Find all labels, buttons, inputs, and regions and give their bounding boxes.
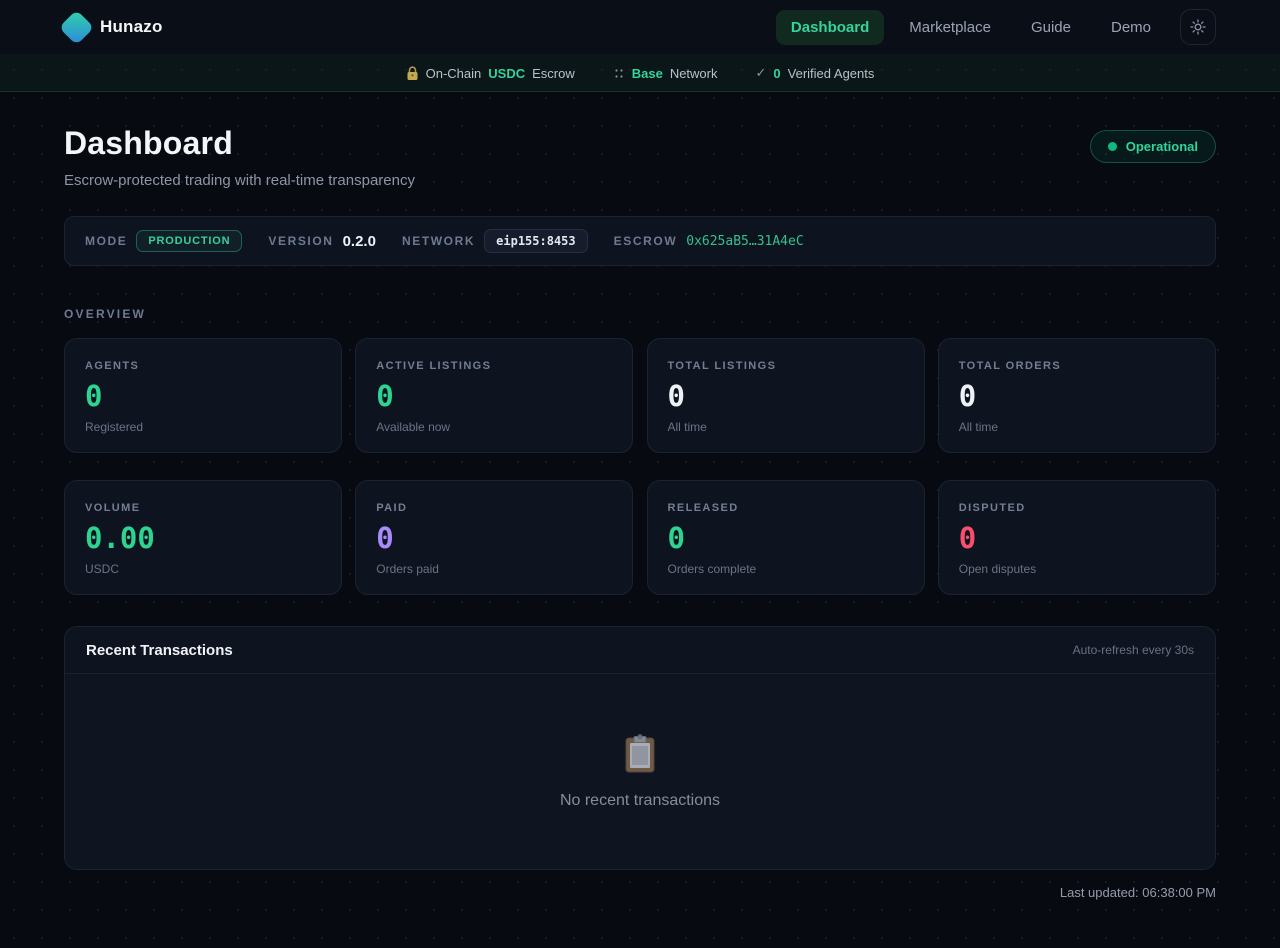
stat-card-agents: AGENTS 0 Registered: [64, 338, 342, 453]
version-group: VERSION 0.2.0: [268, 233, 376, 250]
last-updated-text: Last updated: 06:38:00 PM: [64, 885, 1216, 900]
stat-sub: Orders complete: [668, 562, 904, 576]
stat-sub: Registered: [85, 420, 321, 434]
recent-transactions-panel: Recent Transactions Auto-refresh every 3…: [64, 626, 1216, 870]
transactions-empty-state: No recent transactions: [65, 674, 1215, 869]
nav-item-dashboard[interactable]: Dashboard: [776, 10, 884, 45]
nav-item-guide[interactable]: Guide: [1016, 10, 1086, 45]
stat-sub: USDC: [85, 562, 321, 576]
page-title: Dashboard: [64, 125, 415, 162]
network-status: Base Network: [613, 66, 718, 81]
stat-card-volume: VOLUME 0.00 USDC: [64, 480, 342, 595]
stat-label: PAID: [376, 502, 612, 514]
nav-item-demo[interactable]: Demo: [1096, 10, 1166, 45]
theme-toggle-button[interactable]: [1180, 9, 1216, 45]
stat-card-total-listings: TOTAL LISTINGS 0 All time: [647, 338, 925, 453]
stat-label: TOTAL ORDERS: [959, 360, 1195, 372]
brand-logo[interactable]: Hunazo: [64, 15, 163, 40]
verified-count: 0: [773, 66, 780, 81]
base-label: Base: [632, 66, 663, 81]
status-badge-label: Operational: [1126, 139, 1198, 154]
stat-card-disputed: DISPUTED 0 Open disputes: [938, 480, 1216, 595]
top-header: Hunazo Dashboard Marketplace Guide Demo: [0, 0, 1280, 55]
onchain-escrow-status: On-Chain USDC Escrow: [406, 66, 575, 81]
transactions-title: Recent Transactions: [86, 642, 233, 659]
operational-status-badge: Operational: [1090, 130, 1216, 163]
network-id-badge: eip155:8453: [484, 229, 587, 253]
stat-sub: Open disputes: [959, 562, 1195, 576]
escrow-label: ESCROW: [614, 234, 678, 248]
stat-value: 0: [959, 523, 1195, 555]
overview-heading: OVERVIEW: [64, 307, 1216, 321]
check-icon: ✓: [756, 65, 767, 81]
production-badge: PRODUCTION: [136, 230, 242, 252]
stat-value: 0: [376, 381, 612, 413]
stat-sub: Available now: [376, 420, 612, 434]
transactions-header: Recent Transactions Auto-refresh every 3…: [65, 627, 1215, 674]
verified-agents-status: ✓ 0 Verified Agents: [756, 65, 875, 81]
stat-label: TOTAL LISTINGS: [668, 360, 904, 372]
status-dot-icon: [1108, 142, 1117, 151]
status-strip: On-Chain USDC Escrow Base Network ✓ 0 Ve…: [0, 55, 1280, 92]
stat-value: 0.00: [85, 523, 321, 555]
network-label: Network: [670, 66, 718, 81]
onchain-label: On-Chain: [426, 66, 482, 81]
auto-refresh-note: Auto-refresh every 30s: [1073, 643, 1194, 657]
stat-value: 0: [85, 381, 321, 413]
environment-info-bar: MODE PRODUCTION VERSION 0.2.0 NETWORK ei…: [64, 216, 1216, 266]
stat-value: 0: [668, 523, 904, 555]
stat-sub: All time: [668, 420, 904, 434]
clipboard-icon: [622, 734, 658, 774]
stat-value: 0: [376, 523, 612, 555]
mode-label: MODE: [85, 234, 127, 248]
page-hero: Dashboard Escrow-protected trading with …: [64, 92, 1216, 189]
stat-label: DISPUTED: [959, 502, 1195, 514]
escrow-label: Escrow: [532, 66, 575, 81]
stat-sub: All time: [959, 420, 1195, 434]
version-label: VERSION: [268, 234, 333, 248]
stat-label: VOLUME: [85, 502, 321, 514]
network-group: NETWORK eip155:8453: [402, 229, 588, 253]
version-value: 0.2.0: [343, 233, 376, 250]
lock-icon: [406, 66, 419, 81]
stat-card-released: RELEASED 0 Orders complete: [647, 480, 925, 595]
verified-agents-label: Verified Agents: [788, 66, 875, 81]
stat-label: AGENTS: [85, 360, 321, 372]
stat-card-total-orders: TOTAL ORDERS 0 All time: [938, 338, 1216, 453]
stat-card-active-listings: ACTIVE LISTINGS 0 Available now: [355, 338, 633, 453]
main-nav: Dashboard Marketplace Guide Demo: [776, 9, 1216, 45]
page-subtitle: Escrow-protected trading with real-time …: [64, 172, 415, 189]
escrow-address[interactable]: 0x625aB5…31A4eC: [686, 234, 803, 249]
stat-label: ACTIVE LISTINGS: [376, 360, 612, 372]
chain-icon: [613, 67, 625, 80]
escrow-group: ESCROW 0x625aB5…31A4eC: [614, 234, 804, 249]
stat-value: 0: [959, 381, 1195, 413]
stat-card-paid: PAID 0 Orders paid: [355, 480, 633, 595]
network-label: NETWORK: [402, 234, 475, 248]
empty-transactions-text: No recent transactions: [560, 792, 720, 810]
sun-icon: [1190, 19, 1206, 35]
nav-item-marketplace[interactable]: Marketplace: [894, 10, 1006, 45]
mode-group: MODE PRODUCTION: [85, 230, 242, 252]
brand-name: Hunazo: [100, 17, 163, 37]
stat-value: 0: [668, 381, 904, 413]
stat-sub: Orders paid: [376, 562, 612, 576]
usdc-label: USDC: [488, 66, 525, 81]
stat-label: RELEASED: [668, 502, 904, 514]
stats-grid: AGENTS 0 Registered ACTIVE LISTINGS 0 Av…: [64, 338, 1216, 595]
hunazo-diamond-icon: [59, 9, 94, 44]
